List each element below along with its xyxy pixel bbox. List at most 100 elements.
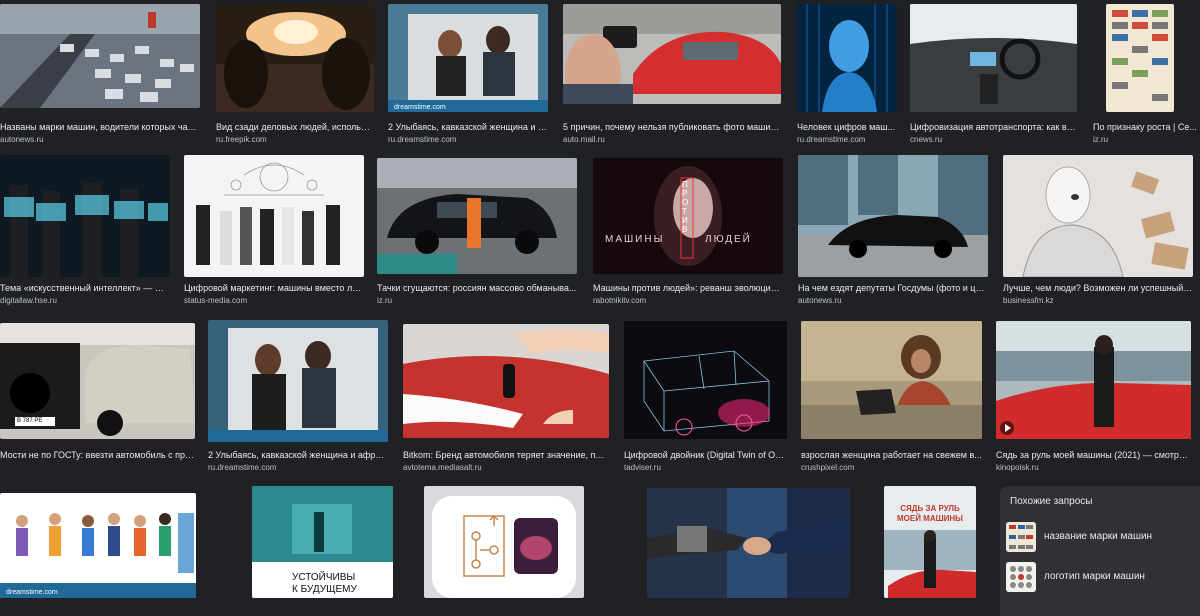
related-searches-title: Похожие запросы	[1010, 496, 1093, 507]
image-caption[interactable]: Человек цифров маш...	[797, 122, 897, 133]
thumbnail-car-interior-sunset[interactable]	[216, 4, 374, 112]
image-result[interactable]	[424, 486, 584, 598]
image-caption[interactable]: Тема «искусственный интеллект» — Ново...	[0, 283, 170, 294]
related-searches-panel: Похожие запросы название марки машин лог…	[1000, 486, 1200, 616]
image-source: cnews.ru	[910, 135, 943, 144]
image-result[interactable]: dreamstime.com 2 Улыбаясь, кавказской же…	[388, 4, 548, 144]
image-caption[interactable]: Bitkom: Бренд автомобиля теряет значение…	[403, 450, 609, 461]
thumbnail-phone-photo-red-car[interactable]	[563, 4, 781, 104]
thumbnail-couple-in-car[interactable]: dreamstime.com	[388, 4, 548, 112]
thumbnail-flowchart-icon[interactable]	[424, 486, 584, 598]
image-result[interactable]: Сядь за руль моей машины (2021) — смотре…	[996, 321, 1191, 472]
image-caption[interactable]: Названы марки машин, водители которых ча…	[0, 122, 200, 133]
thumbnail-people-atm-illustration[interactable]: dreamstime.com	[0, 493, 196, 598]
image-source: iz.ru	[377, 296, 393, 305]
image-source: tadviser.ru	[624, 463, 661, 472]
image-result[interactable]: УСТОЙЧИВЫ К БУДУЩЕМУ	[252, 486, 393, 598]
license-plate: В 787 РЕ	[17, 418, 43, 424]
image-caption[interactable]: 2 Улыбаясь, кавказской женщина и а...	[388, 122, 548, 133]
image-source: ru.dreamstime.com	[208, 463, 277, 472]
image-caption[interactable]: взрослая женщина работает на свежем в...	[801, 450, 982, 461]
image-result[interactable]: Цифровой маркетинг: машины вместо лю... …	[184, 155, 364, 305]
image-result[interactable]: Вид сзади деловых людей, использу... ru.…	[216, 4, 374, 144]
thumbnail-car-keys-handover[interactable]	[403, 324, 609, 438]
related-search-label[interactable]: логотип марки машин	[1044, 571, 1145, 582]
image-result[interactable]: МАШИНЫ ПРОТИВ ЛЮДЕЙ Машины против людей»…	[593, 158, 783, 305]
image-result[interactable]: По признаку роста | Се... iz.ru	[1093, 4, 1200, 144]
thumbnail-ai-people[interactable]	[0, 155, 170, 277]
thumbnail-robot-handshake[interactable]	[647, 488, 850, 598]
image-caption[interactable]: Мости не по ГОСТу: ввезти автомобиль с п…	[0, 450, 195, 461]
thumbnail-towed-car[interactable]	[377, 158, 577, 274]
thumbnail-suv-cars[interactable]: В 787 РЕ	[0, 323, 195, 439]
image-source: auto.mail.ru	[563, 135, 605, 144]
image-result[interactable]: 5 причин, почему нельзя публиковать фото…	[563, 4, 781, 144]
image-source: autonews.ru	[798, 296, 842, 305]
image-source: ru.freepik.com	[216, 135, 267, 144]
thumbnail-woman-laptop[interactable]	[801, 321, 982, 439]
image-caption[interactable]: Сядь за руль моей машины (2021) — смотре…	[996, 450, 1191, 461]
overlay-text: МАШИНЫ	[605, 234, 665, 245]
poster-title: СЯДЬ ЗА РУЛЬ	[900, 504, 960, 513]
image-source: kinopoisk.ru	[996, 463, 1039, 472]
image-source: avtotema.mediasalt.ru	[403, 463, 482, 472]
image-caption[interactable]: 5 причин, почему нельзя публиковать фото…	[563, 122, 781, 133]
image-source: status-media.com	[184, 296, 248, 305]
image-result[interactable]: Тема «искусственный интеллект» — Ново...…	[0, 155, 170, 305]
thumbnail-movie-poster[interactable]: СЯДЬ ЗА РУЛЬ МОЕЙ МАШИНЫ	[884, 486, 976, 598]
thumbnail-movie-red-car[interactable]	[996, 321, 1191, 439]
image-caption[interactable]: 2 Улыбаясь, кавказской женщина и афрuк..…	[208, 450, 388, 461]
thumbnail-machines-vs-people[interactable]: МАШИНЫ ПРОТИВ ЛЮДЕЙ	[593, 158, 783, 274]
image-result[interactable]: Тачки сгущаются: россиян массово обманыв…	[377, 158, 577, 305]
image-result[interactable]: Названы марки машин, водители которых ча…	[0, 4, 200, 144]
related-search-item[interactable]: логотип марки машин	[1006, 562, 1196, 592]
watermark: dreamstime.com	[394, 104, 446, 111]
image-source: rabotnikitv.com	[593, 296, 647, 305]
thumbnail-luxury-sedan[interactable]	[798, 155, 988, 277]
thumbnail-car-dashboard[interactable]	[910, 4, 1077, 112]
thumbnail-marketing-team[interactable]	[184, 155, 364, 277]
image-caption[interactable]: Вид сзади деловых людей, использу...	[216, 122, 374, 133]
image-result[interactable]: Цифровизация автотранспорта: как в Р... …	[910, 4, 1077, 144]
image-caption[interactable]: Тачки сгущаются: россиян массово обманыв…	[377, 283, 577, 294]
related-thumbnail	[1006, 562, 1036, 592]
image-source: ru.dreamstime.com	[797, 135, 866, 144]
thumbnail-digital-human[interactable]	[797, 4, 897, 112]
play-icon[interactable]	[1000, 421, 1014, 435]
image-result[interactable]	[647, 488, 850, 598]
image-result[interactable]: 2 Улыбаясь, кавказской женщина и афрuк..…	[208, 320, 388, 472]
image-result[interactable]: взрослая женщина работает на свежем в...…	[801, 321, 982, 472]
thumbnail-car-chart[interactable]	[1106, 4, 1174, 112]
related-thumbnail	[1006, 522, 1036, 552]
poster-title: МОЕЙ МАШИНЫ	[896, 514, 964, 523]
overlay-text: ЛЮДЕЙ	[705, 234, 752, 245]
image-source: ru.dreamstime.com	[388, 135, 457, 144]
image-result[interactable]: dreamstime.com	[0, 493, 196, 598]
image-result[interactable]: Цифровой двойник (Digital Twin of Org...…	[624, 321, 787, 472]
image-caption[interactable]: Машины против людей»: реванш эволюции. .…	[593, 283, 783, 294]
related-search-label[interactable]: название марки машин	[1044, 531, 1152, 542]
thumbnail-traffic-jam[interactable]	[0, 4, 200, 108]
thumbnail-digital-twin-truck[interactable]	[624, 321, 787, 439]
image-result[interactable]: Человек цифров маш... ru.dreamstime.com	[797, 4, 897, 144]
image-result[interactable]: Bitkom: Бренд автомобиля теряет значение…	[403, 324, 609, 472]
image-source: digitallaw.hse.ru	[0, 296, 57, 305]
image-result[interactable]: В 787 РЕ Мости не по ГОСТу: ввезти автом…	[0, 323, 195, 473]
image-source: autonews.ru	[0, 135, 44, 144]
image-result[interactable]: Лучше, чем люди? Возможен ли успешный с.…	[1003, 155, 1193, 305]
image-caption[interactable]: Цифровизация автотранспорта: как в Р...	[910, 122, 1077, 133]
image-caption[interactable]: Цифровой маркетинг: машины вместо лю...	[184, 283, 364, 294]
overlay-text: ПРОТИВ	[682, 180, 689, 234]
image-result[interactable]: СЯДЬ ЗА РУЛЬ МОЕЙ МАШИНЫ	[884, 486, 976, 598]
related-search-item[interactable]: название марки машин	[1006, 522, 1196, 552]
image-caption[interactable]: По признаку роста | Се...	[1093, 122, 1200, 133]
thumbnail-couple-in-car-2[interactable]	[208, 320, 388, 442]
watermark: dreamstime.com	[6, 589, 58, 596]
thumbnail-humanoid-robot[interactable]	[1003, 155, 1193, 277]
image-caption[interactable]: Цифровой двойник (Digital Twin of Org...	[624, 450, 787, 461]
image-result[interactable]: На чем ездят депутаты Госдумы (фото и це…	[798, 155, 988, 305]
image-caption[interactable]: Лучше, чем люди? Возможен ли успешный с.…	[1003, 283, 1193, 294]
thumbnail-report-cover[interactable]: УСТОЙЧИВЫ К БУДУЩЕМУ	[252, 486, 393, 598]
image-caption[interactable]: На чем ездят депутаты Госдумы (фото и це…	[798, 283, 988, 294]
cover-title: К БУДУЩЕМУ	[292, 584, 357, 595]
